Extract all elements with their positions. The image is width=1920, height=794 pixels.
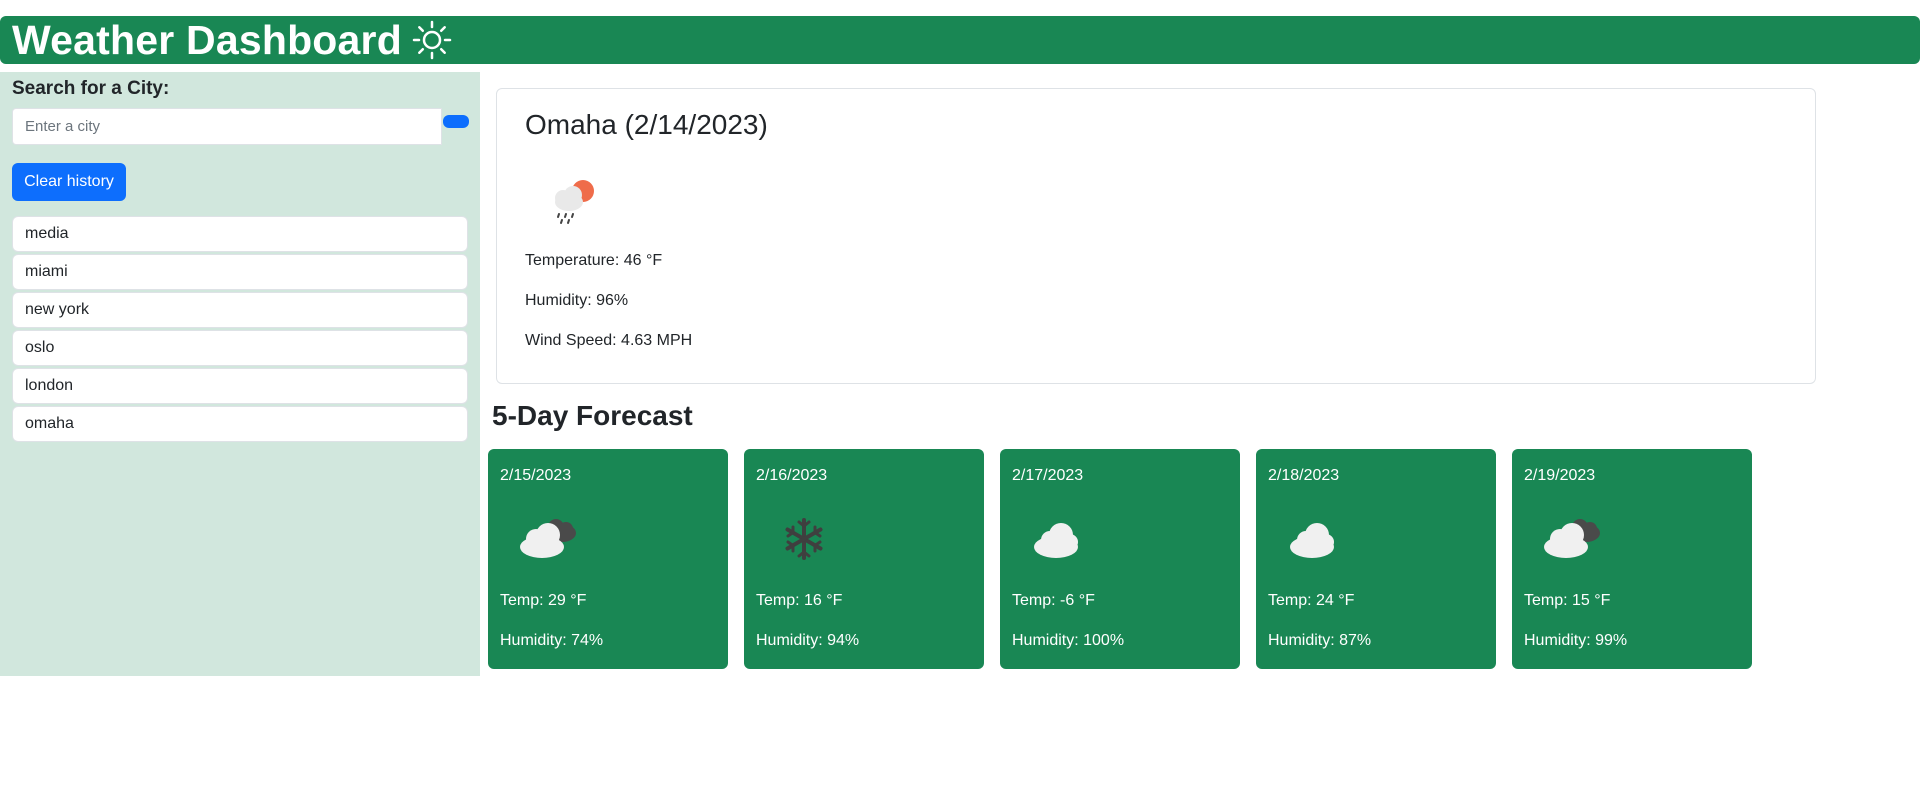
forecast-date: 2/19/2023: [1524, 467, 1596, 484]
forecast-card: 2/15/2023 Temp: 29 °F Humidity: 74%: [488, 449, 728, 669]
cloud-icon: [1290, 523, 1334, 558]
history-item-omaha[interactable]: omaha: [12, 406, 468, 442]
forecast-humidity: Humidity: 74%: [500, 632, 604, 649]
forecast-date: 2/15/2023: [500, 467, 572, 484]
clear-history-button[interactable]: Clear history: [12, 163, 126, 201]
history-item-miami[interactable]: miami: [12, 254, 468, 290]
snow-icon: [785, 518, 823, 560]
forecast-cards: 2/15/2023 Temp: 29 °F Humidity: 74% 2/16…: [488, 449, 1768, 669]
forecast-humidity: Humidity: 87%: [1268, 632, 1372, 649]
rain-sun-icon: [555, 180, 594, 224]
history-item-london[interactable]: london: [12, 368, 468, 404]
app-title: Weather Dashboard: [12, 16, 402, 63]
forecast-humidity: Humidity: 100%: [1012, 632, 1125, 649]
search-history-list: media miami new york oslo london omaha: [12, 216, 468, 444]
search-label: Search for a City:: [12, 78, 170, 99]
forecast-temp: Temp: -6 °F: [1012, 592, 1095, 609]
forecast-card: 2/19/2023 Temp: 15 °F Humidity: 99%: [1512, 449, 1752, 669]
forecast-temp: Temp: 16 °F: [756, 592, 843, 609]
forecast-date: 2/16/2023: [756, 467, 828, 484]
sun-icon: [412, 20, 452, 60]
current-temperature: Temperature: 46 °F: [525, 252, 663, 269]
forecast-heading: 5-Day Forecast: [492, 400, 693, 431]
current-humidity: Humidity: 96%: [525, 292, 629, 309]
forecast-temp: Temp: 15 °F: [1524, 592, 1611, 609]
forecast-humidity: Humidity: 99%: [1524, 632, 1628, 649]
forecast-temp: Temp: 24 °F: [1268, 592, 1355, 609]
forecast-temp: Temp: 29 °F: [500, 592, 587, 609]
city-search-input[interactable]: [12, 108, 442, 145]
history-item-new-york[interactable]: new york: [12, 292, 468, 328]
forecast-card: 2/18/2023 Temp: 24 °F Humidity: 87%: [1256, 449, 1496, 669]
broken-clouds-icon: [520, 519, 576, 558]
forecast-date: 2/17/2023: [1012, 467, 1084, 484]
search-sidebar: Search for a City: Clear history media m…: [0, 72, 480, 676]
search-button[interactable]: [443, 115, 469, 128]
forecast-date: 2/18/2023: [1268, 467, 1340, 484]
forecast-card: 2/16/2023 Temp: 16 °F Humidity: 94%: [744, 449, 984, 669]
cloud-icon: [1034, 523, 1078, 558]
current-wind-speed: Wind Speed: 4.63 MPH: [525, 332, 693, 349]
forecast-card: 2/17/2023 Temp: -6 °F Humidity: 100%: [1000, 449, 1240, 669]
broken-clouds-icon: [1544, 519, 1600, 558]
history-item-oslo[interactable]: oslo: [12, 330, 468, 366]
app-header: Weather Dashboard: [0, 16, 1920, 64]
current-weather-card: Omaha (2/14/2023) Temperature: 46 °F Hum…: [496, 88, 1816, 384]
forecast-humidity: Humidity: 94%: [756, 632, 860, 649]
current-city-title: Omaha (2/14/2023): [525, 109, 768, 140]
history-item-media[interactable]: media: [12, 216, 468, 252]
